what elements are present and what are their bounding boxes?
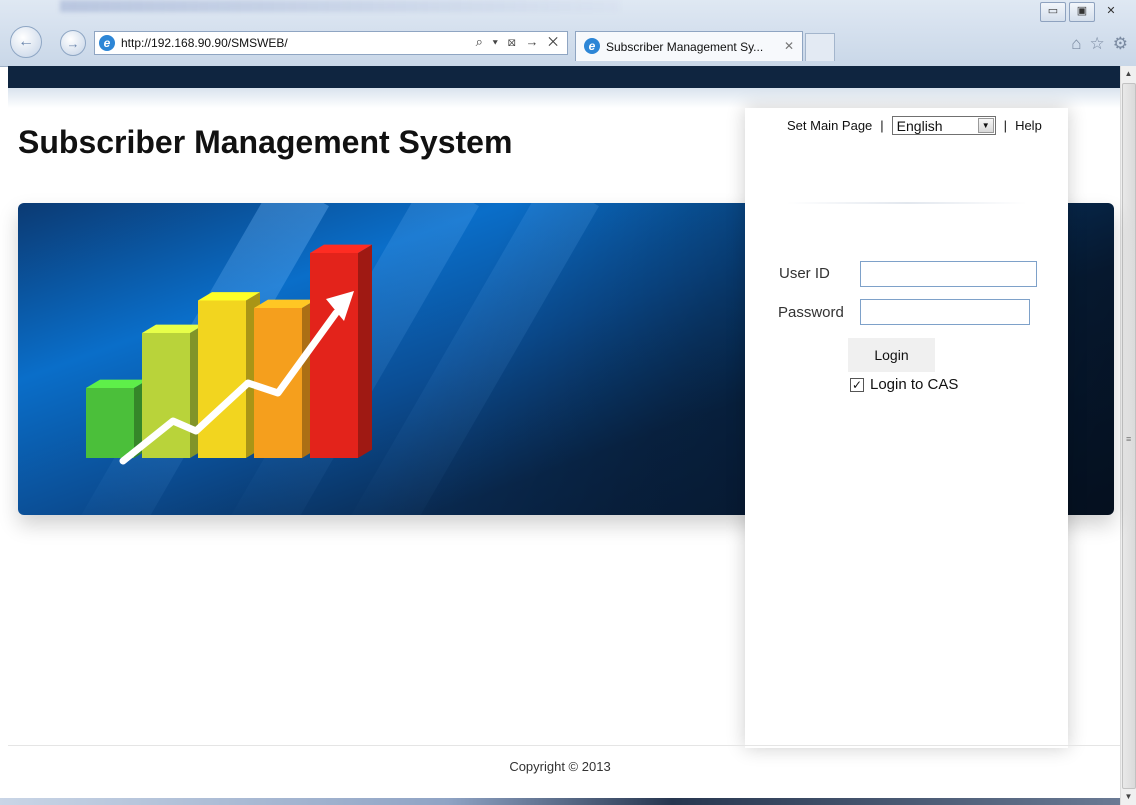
back-arrow-icon: ← <box>18 33 34 50</box>
back-button[interactable]: ← <box>10 26 42 58</box>
ie-icon: e <box>99 35 115 51</box>
gear-icon[interactable]: ⚙ <box>1113 34 1128 54</box>
scroll-down-icon[interactable]: ▼ <box>1121 789 1136 805</box>
close-window-button[interactable]: ✕ <box>1098 2 1124 22</box>
forward-arrow-icon: → <box>66 35 80 51</box>
browser-chrome: ← → e http://192.168.90.90/SMSWEB/ ⌕ ▾ ⊠… <box>0 0 1136 67</box>
bar <box>198 300 246 458</box>
bar <box>310 253 358 458</box>
address-bar[interactable]: e http://192.168.90.90/SMSWEB/ ⌕ ▾ ⊠ → ✕ <box>94 31 568 55</box>
maximize-button[interactable]: ▣ <box>1069 2 1095 22</box>
home-icon[interactable]: ⌂ <box>1071 34 1081 54</box>
chrome-title-glow <box>60 0 620 12</box>
header-fade <box>8 88 1120 108</box>
copyright-text: Copyright © 2013 <box>509 759 611 774</box>
address-url[interactable]: http://192.168.90.90/SMSWEB/ <box>121 36 288 50</box>
new-tab-button[interactable] <box>805 33 835 61</box>
login-button[interactable]: Login <box>848 338 935 372</box>
bar <box>86 388 134 458</box>
grip-icon: ≡ <box>1126 434 1132 444</box>
page-header-band <box>8 66 1120 88</box>
language-select[interactable]: English ▼ <box>891 116 996 135</box>
user-id-input[interactable] <box>860 261 1037 287</box>
link-separator: | <box>1003 118 1008 133</box>
tab-subscriber-management[interactable]: e Subscriber Management Sy... ✕ <box>575 31 803 61</box>
user-id-label: User ID <box>779 265 830 282</box>
cas-label: Login to CAS <box>870 376 959 393</box>
scroll-thumb[interactable]: ≡ <box>1122 83 1136 789</box>
panel-divider <box>787 202 1027 204</box>
link-separator: | <box>880 118 884 133</box>
footer-divider <box>8 745 1120 746</box>
star-icon[interactable]: ☆ <box>1090 34 1105 54</box>
chevron-down-icon[interactable]: ▼ <box>977 118 994 133</box>
browser-toolbar-icons: ⌂ ☆ ⚙ <box>1071 34 1128 54</box>
address-tools[interactable]: ⌕ ▾ ⊠ → ✕ <box>476 34 561 50</box>
tab-close-icon[interactable]: ✕ <box>784 39 794 53</box>
taskbar-edge <box>0 798 1120 805</box>
login-panel: Set Main Page | English ▼ | Help User ID… <box>745 108 1068 748</box>
tab-title: Subscriber Management Sy... <box>606 40 764 54</box>
language-value: English <box>896 117 943 134</box>
login-to-cas-row[interactable]: ✓ Login to CAS <box>850 376 958 393</box>
vertical-scrollbar[interactable]: ▲ ≡ ▼ <box>1120 66 1136 805</box>
ie-icon: e <box>584 38 600 54</box>
help-link[interactable]: Help <box>1015 118 1042 133</box>
forward-button[interactable]: → <box>60 30 86 56</box>
growth-chart-graphic <box>86 244 372 465</box>
cas-checkbox[interactable]: ✓ <box>850 377 864 392</box>
password-input[interactable] <box>860 299 1030 325</box>
password-label: Password <box>778 304 844 321</box>
page-title: Subscriber Management System <box>18 124 513 160</box>
window-controls: ▭ ▣ ✕ <box>1040 2 1124 22</box>
minimize-button[interactable]: ▭ <box>1040 2 1066 22</box>
top-links: Set Main Page | English ▼ | Help <box>787 116 1042 135</box>
bar <box>254 308 302 458</box>
bar-side <box>358 244 372 458</box>
set-main-page-link[interactable]: Set Main Page <box>787 118 872 133</box>
scroll-up-icon[interactable]: ▲ <box>1121 66 1136 82</box>
